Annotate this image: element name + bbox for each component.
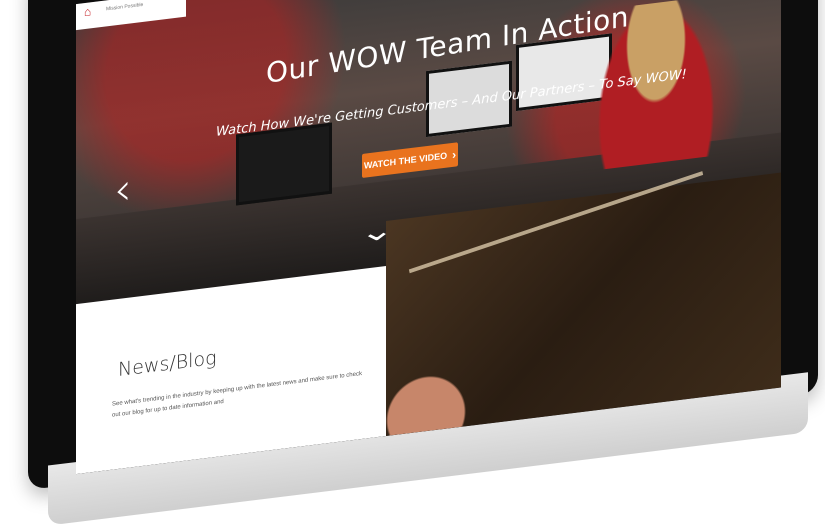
logo-subtext: Mission Possible — [106, 1, 144, 13]
monitor-frame: ⌂ Mission Possible › ‹ Our WOW Team In A… — [28, 0, 818, 526]
chevron-right-icon: › — [452, 147, 457, 162]
news-blog-title[interactable]: News/Blog — [118, 347, 217, 381]
logo[interactable]: ⌂ Mission Possible — [76, 0, 186, 31]
slider-prev-icon[interactable]: ‹ — [114, 163, 132, 216]
watch-video-label: WATCH THE VIDEO — [363, 150, 448, 171]
home-icon[interactable]: ⌂ — [84, 4, 96, 19]
watch-video-button[interactable]: WATCH THE VIDEO › — [362, 142, 458, 178]
